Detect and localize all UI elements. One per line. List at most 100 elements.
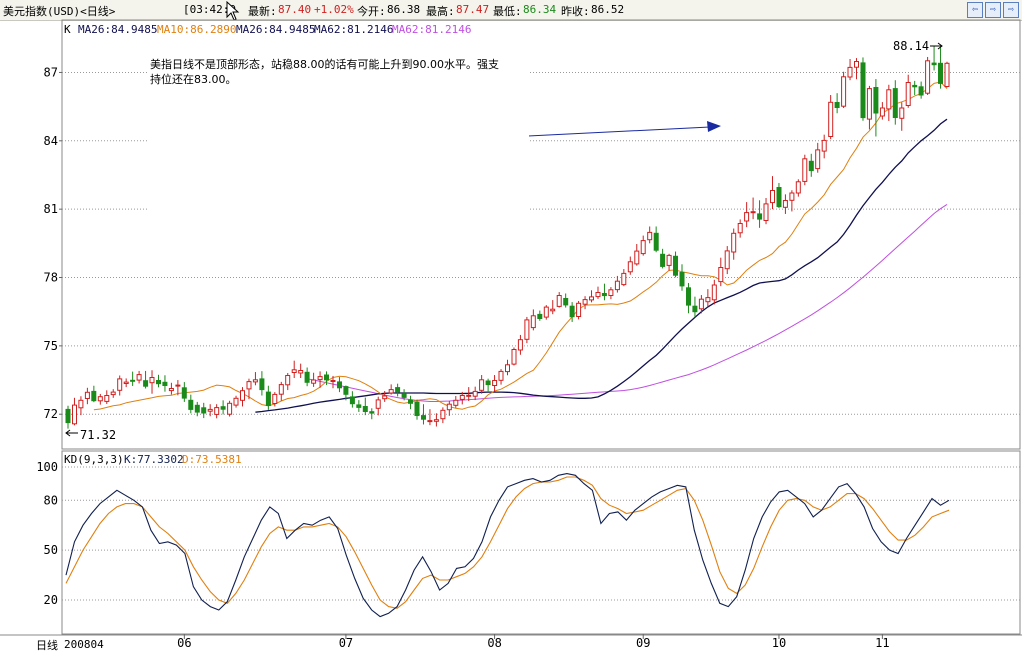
low-annotation: 71.32 bbox=[80, 428, 117, 442]
trend-arrow-head bbox=[707, 121, 721, 132]
candle-body bbox=[427, 420, 433, 423]
candle-body bbox=[317, 376, 323, 381]
candle-body bbox=[905, 82, 911, 106]
candle-body bbox=[686, 287, 691, 306]
candle-body bbox=[750, 211, 756, 214]
candle-body bbox=[104, 395, 110, 402]
candle-body bbox=[440, 409, 446, 420]
candle-body bbox=[892, 88, 898, 118]
candle-body bbox=[304, 371, 310, 383]
candle-body bbox=[207, 408, 213, 412]
indicator-k: K bbox=[64, 23, 71, 36]
candle-body bbox=[517, 339, 523, 351]
candle-body bbox=[511, 349, 517, 365]
candle-body bbox=[168, 388, 174, 392]
candle-body bbox=[815, 149, 821, 170]
candle-body bbox=[91, 390, 97, 402]
candle-body bbox=[925, 60, 931, 94]
candle-body bbox=[479, 379, 485, 391]
kd-tick-label: 80 bbox=[44, 493, 58, 507]
candle-body bbox=[931, 62, 937, 66]
candle-body bbox=[621, 272, 627, 286]
candle-body bbox=[834, 102, 840, 108]
candle-body bbox=[731, 232, 737, 253]
candle-body bbox=[854, 61, 859, 68]
candle-body bbox=[388, 389, 394, 394]
candle-body bbox=[265, 391, 271, 407]
candle-body bbox=[770, 190, 775, 204]
candle-body bbox=[259, 378, 265, 391]
candle-body bbox=[757, 213, 763, 220]
analysis-note: 美指日线不是顶部形态，站稳88.00的话有可能上升到90.00水平。强支 持位还… bbox=[147, 50, 529, 242]
kd-d-value: D:73.5381 bbox=[182, 453, 242, 466]
candle-body bbox=[362, 406, 368, 412]
candle-body bbox=[324, 374, 329, 381]
candle-body bbox=[679, 272, 685, 287]
candle-body bbox=[278, 384, 284, 395]
candle-body bbox=[136, 374, 142, 381]
candle-body bbox=[298, 370, 304, 374]
price-tick-label: 87 bbox=[44, 65, 58, 79]
candle-body bbox=[143, 380, 149, 387]
candle-body bbox=[117, 378, 123, 391]
candle-body bbox=[123, 381, 129, 385]
candle-body bbox=[130, 379, 136, 382]
candle-body bbox=[841, 76, 847, 107]
candle-body bbox=[912, 84, 918, 88]
candle-body bbox=[194, 404, 200, 413]
candle-body bbox=[349, 396, 355, 405]
period-label: 日线 bbox=[36, 639, 58, 652]
candle-body bbox=[149, 377, 155, 384]
candle-body bbox=[188, 399, 194, 410]
kd-tick-label: 50 bbox=[44, 543, 58, 557]
candle-body bbox=[944, 62, 950, 87]
candle-body bbox=[97, 396, 103, 402]
candle-body bbox=[795, 181, 801, 194]
kd-tick-label: 20 bbox=[44, 593, 58, 607]
candle-body bbox=[214, 407, 220, 415]
candle-body bbox=[414, 401, 420, 417]
price-tick-label: 84 bbox=[44, 134, 58, 148]
app-window: 美元指数(USD)<日线> [03:42:0 最新: 87.40 +1.02% … bbox=[0, 0, 1022, 656]
candle-body bbox=[446, 403, 452, 411]
candle-body bbox=[866, 88, 872, 120]
candle-body bbox=[576, 302, 582, 317]
candle-body bbox=[459, 395, 465, 400]
candle-body bbox=[530, 315, 536, 329]
candle-body bbox=[698, 298, 704, 310]
candle-body bbox=[233, 397, 239, 406]
date-tick-label: 08 bbox=[487, 636, 501, 650]
candle-body bbox=[543, 306, 549, 318]
candle-body bbox=[789, 192, 795, 201]
candle-body bbox=[201, 407, 207, 414]
candle-body bbox=[453, 399, 459, 406]
candle-body bbox=[860, 62, 866, 119]
candle-body bbox=[718, 267, 724, 283]
kd-k-value: K:77.3302 bbox=[124, 453, 184, 466]
candle-body bbox=[330, 380, 336, 382]
indicator-ma10: MA10:86.2890 bbox=[157, 23, 237, 36]
candle-body bbox=[285, 375, 291, 386]
candle-body bbox=[640, 240, 646, 255]
price-tick-label: 78 bbox=[44, 271, 58, 285]
candle-body bbox=[220, 406, 226, 410]
indicator-ma62-a: MA62:81.2146 bbox=[314, 23, 394, 36]
candle-body bbox=[569, 305, 575, 318]
candle-body bbox=[879, 107, 885, 117]
candle-body bbox=[918, 86, 924, 96]
indicator-ma26-a: MA26:84.9485 bbox=[78, 23, 158, 36]
date-tick-label: 11 bbox=[875, 636, 889, 650]
candle-body bbox=[401, 393, 407, 398]
candle-body bbox=[65, 408, 71, 424]
candle-body bbox=[828, 101, 834, 138]
candle-body bbox=[666, 254, 672, 266]
candle-body bbox=[156, 380, 161, 385]
candle-body bbox=[421, 415, 426, 420]
date-tick-label: 10 bbox=[772, 636, 786, 650]
candle-body bbox=[673, 255, 678, 276]
candle-body bbox=[492, 380, 498, 386]
candle-body bbox=[110, 391, 116, 396]
candle-body bbox=[395, 387, 401, 393]
candle-body bbox=[272, 393, 278, 404]
low-marker-arrow bbox=[65, 429, 78, 437]
